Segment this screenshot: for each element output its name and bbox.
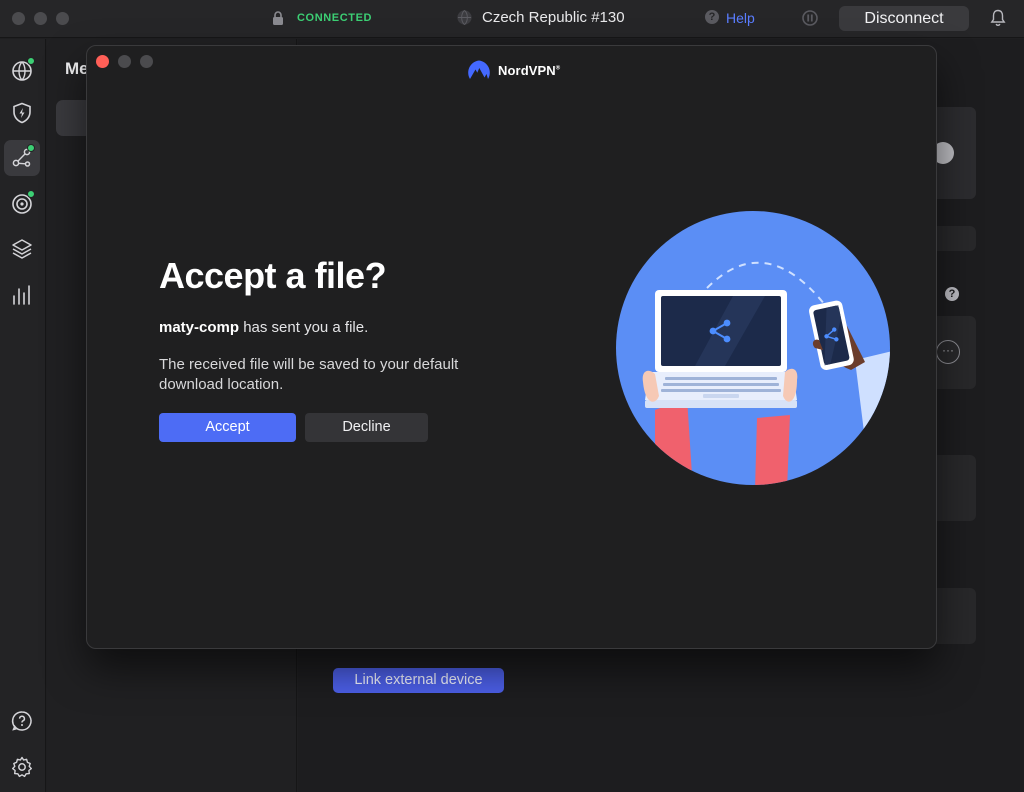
nordvpn-logo: NordVPN® <box>466 60 560 80</box>
disconnect-button[interactable]: Disconnect <box>839 6 969 31</box>
sender-message: maty-comp has sent you a file. <box>159 319 369 336</box>
accept-button[interactable]: Accept <box>159 413 296 442</box>
sender-name: maty-comp <box>159 319 240 336</box>
dialog-zoom-button[interactable] <box>140 55 153 68</box>
status-dot <box>27 144 35 152</box>
layers-icon <box>12 239 32 259</box>
status-dot <box>27 190 35 198</box>
pause-icon[interactable] <box>801 9 819 27</box>
info-help-icon[interactable]: ? <box>945 287 959 301</box>
bell-icon[interactable] <box>990 9 1006 27</box>
file-sharing-illustration <box>616 211 890 485</box>
server-globe-icon <box>457 10 472 25</box>
sidebar-item-meshnet[interactable] <box>4 140 40 176</box>
help-circle-icon: ? <box>705 10 719 24</box>
sidebar-item-dark-web-monitor[interactable] <box>4 186 40 222</box>
sidebar-item-servers[interactable] <box>4 53 40 89</box>
dialog-minimize-button[interactable] <box>118 55 131 68</box>
sidebar-item-help[interactable] <box>4 703 40 739</box>
status-dot <box>27 57 35 65</box>
connection-status: CONNECTED <box>297 12 373 24</box>
app-titlebar: CONNECTED Czech Republic #130 ? Help Dis… <box>0 0 1024 38</box>
dialog-close-button[interactable] <box>96 55 109 68</box>
accept-file-dialog: NordVPN® Accept a file? maty-comp has se… <box>86 45 937 649</box>
settings-gear-icon <box>12 756 32 778</box>
decline-button[interactable]: Decline <box>305 413 428 442</box>
stats-icon <box>13 285 30 305</box>
help-link[interactable]: Help <box>726 10 755 26</box>
sidebar <box>0 39 46 792</box>
more-options-icon[interactable]: ··· <box>936 340 960 364</box>
window-minimize-button[interactable] <box>34 12 47 25</box>
sidebar-item-settings[interactable] <box>4 749 40 785</box>
sidebar-item-threat-protection[interactable] <box>4 95 40 131</box>
sidebar-item-statistics[interactable] <box>4 277 40 313</box>
window-zoom-button[interactable] <box>56 12 69 25</box>
link-external-device-button[interactable]: Link external device <box>333 668 504 693</box>
lock-icon <box>273 11 283 25</box>
sidebar-item-split-tunneling[interactable] <box>4 231 40 267</box>
nordvpn-mountain-icon <box>468 60 490 79</box>
window-close-button[interactable] <box>12 12 25 25</box>
current-server[interactable]: Czech Republic #130 <box>482 9 625 26</box>
shield-bolt-icon <box>13 102 31 124</box>
help-icon <box>11 711 32 731</box>
brand-name: NordVPN® <box>498 62 561 78</box>
dialog-title: Accept a file? <box>159 255 387 296</box>
download-location-info: The received file will be saved to your … <box>159 356 459 393</box>
